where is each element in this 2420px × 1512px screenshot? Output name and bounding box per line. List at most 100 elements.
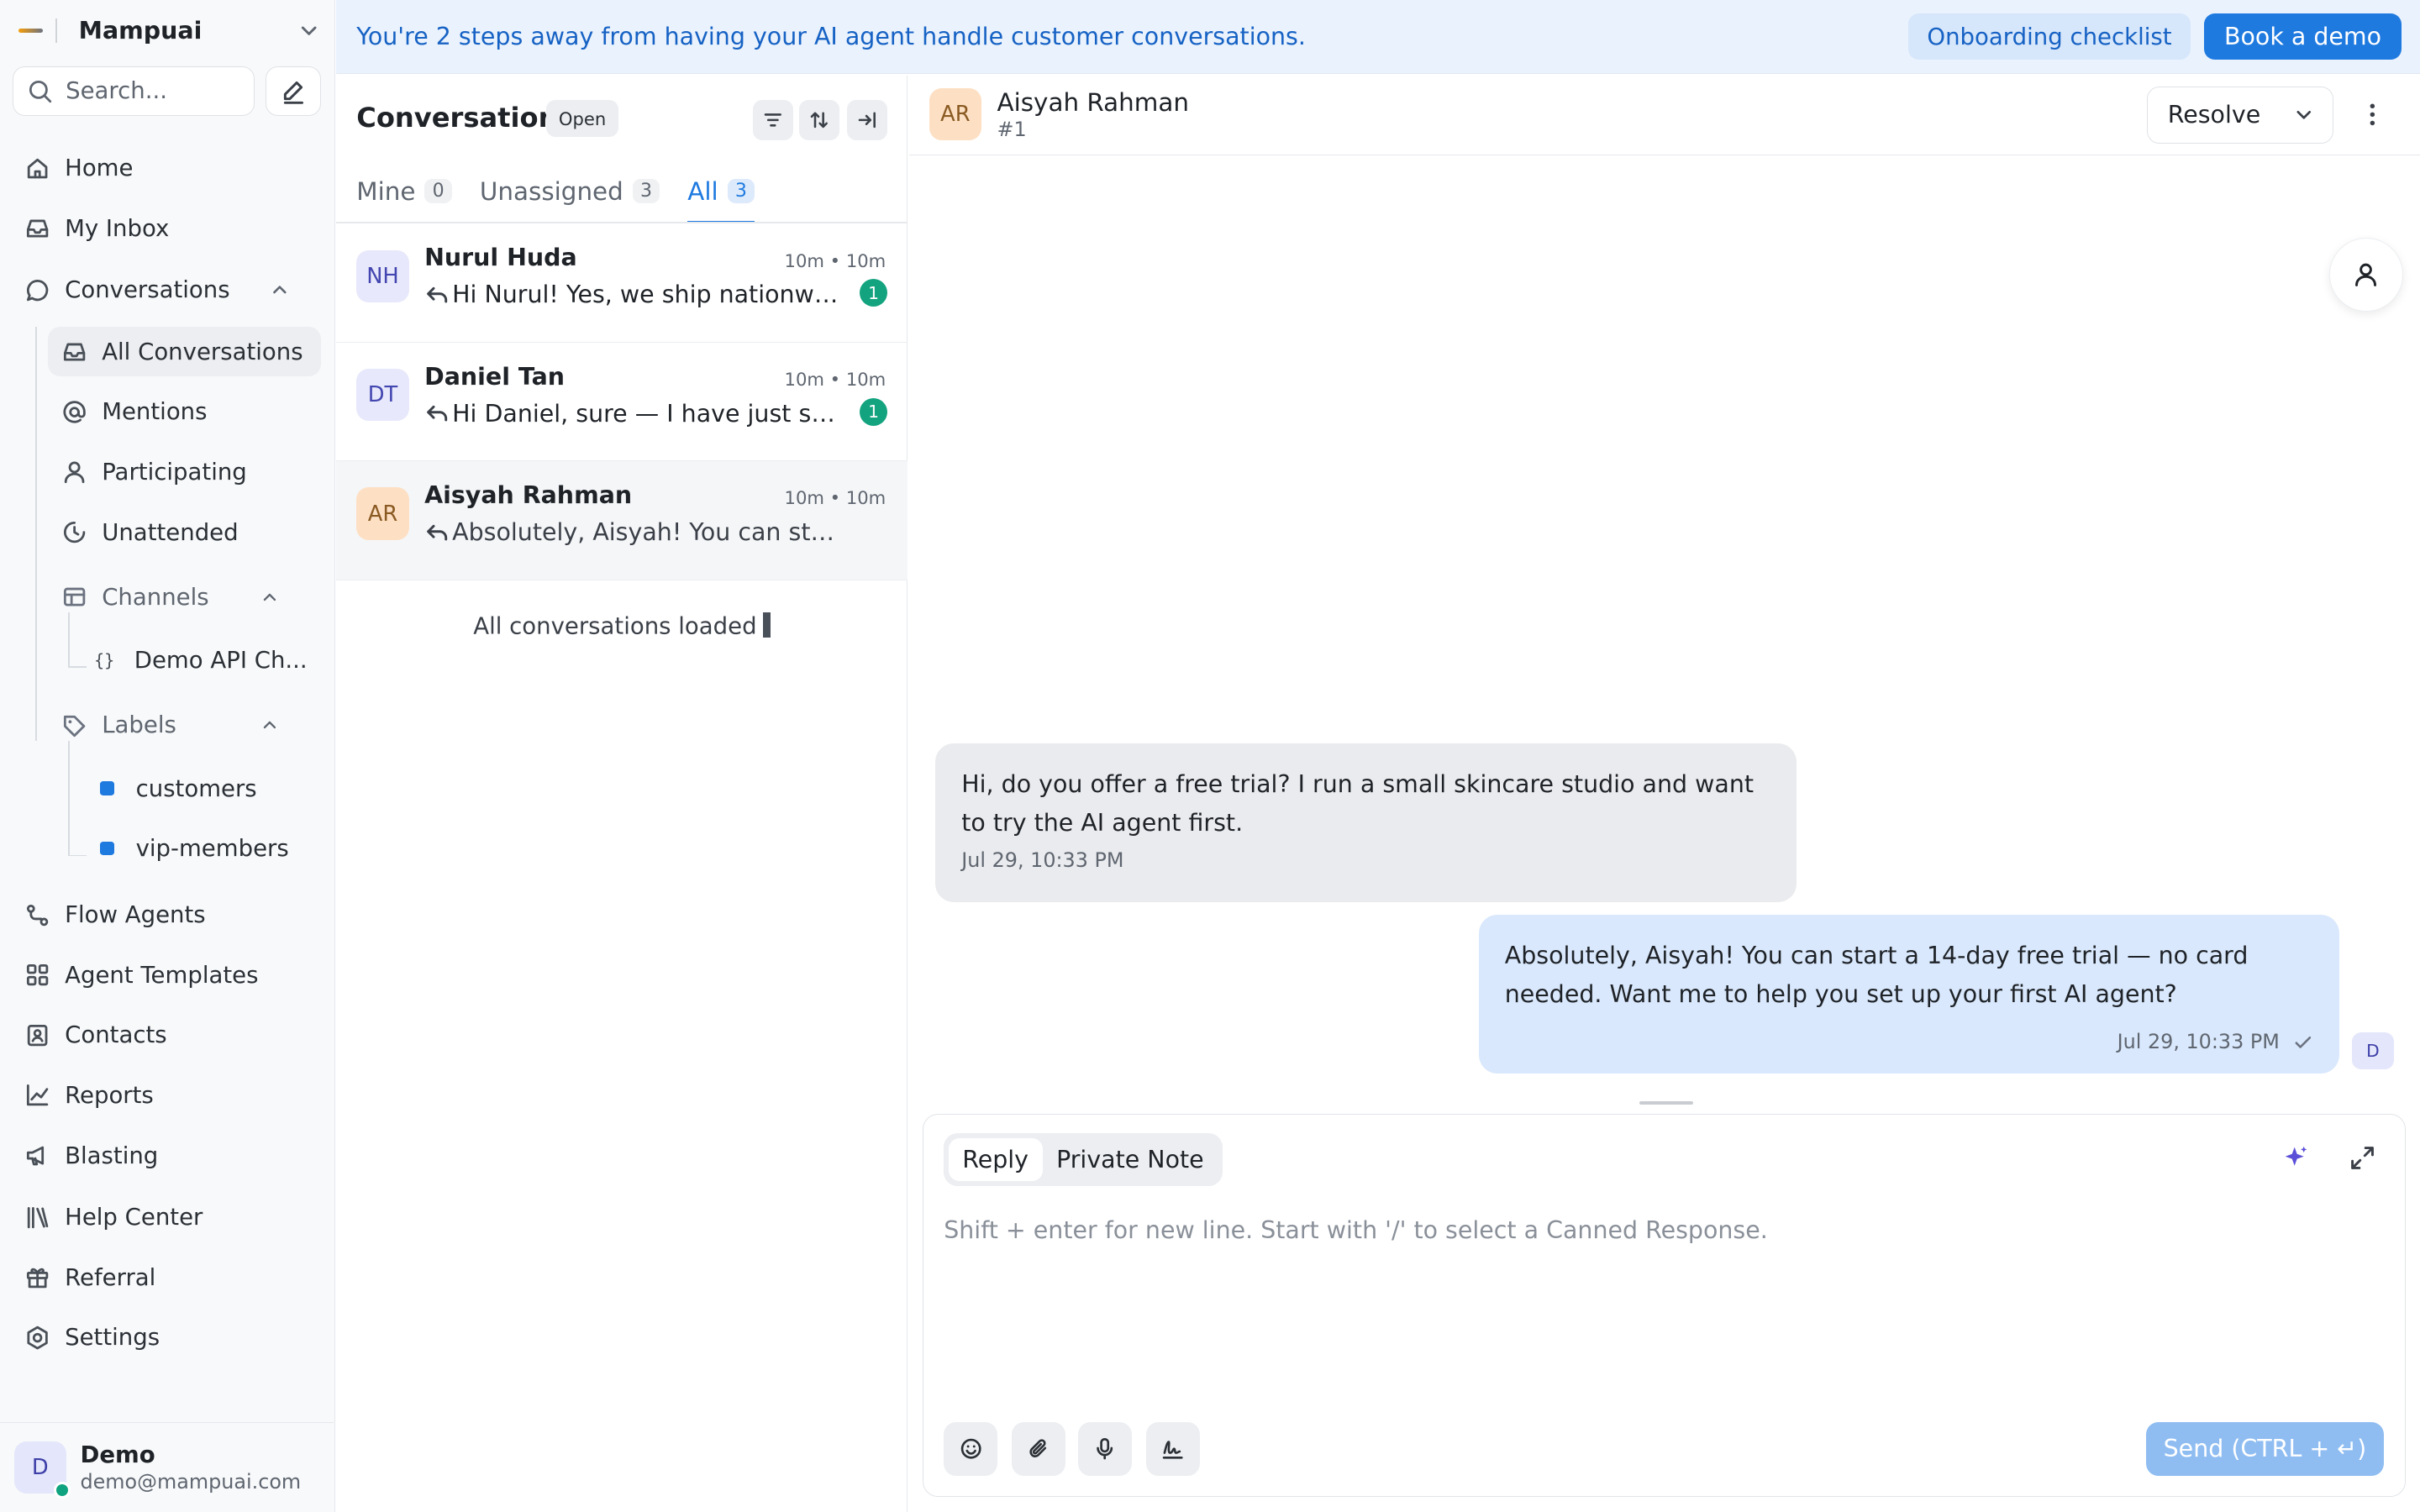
- filter-button[interactable]: [753, 100, 794, 141]
- search-input[interactable]: [66, 77, 236, 105]
- nav-agent-templates[interactable]: Agent Templates: [24, 950, 321, 1000]
- tree-line: [67, 666, 87, 669]
- message-input[interactable]: [944, 1216, 2380, 1402]
- nav-conversations-label: Conversations: [65, 276, 230, 304]
- message-text: Absolutely, Aisyah! You can start a 14-d…: [1504, 941, 2249, 1008]
- chevron-down-icon: [2292, 103, 2316, 127]
- attachment-icon: [1026, 1436, 1050, 1461]
- user-email: demo@mampuai.com: [80, 1470, 302, 1494]
- message-time: Jul 29, 10:33 PM: [2117, 1030, 2280, 1054]
- nav-reports[interactable]: Reports: [24, 1071, 321, 1121]
- nav-conversations[interactable]: Conversations: [24, 265, 321, 315]
- home-icon: [24, 155, 52, 181]
- nav-home[interactable]: Home: [24, 144, 321, 193]
- chevron-up-icon[interactable]: [260, 587, 287, 607]
- conversation-list-panel: Conversations Open Mine 0 Unassigned 3 A…: [336, 75, 908, 1512]
- gear-icon: [24, 1325, 52, 1351]
- new-message-button[interactable]: [265, 66, 322, 116]
- private-note-button[interactable]: Private Note: [1043, 1138, 1218, 1181]
- preview-text: Absolutely, Aisyah! You can start a 14-d…: [452, 518, 841, 547]
- voice-button[interactable]: [1077, 1421, 1133, 1476]
- nav-referral[interactable]: Referral: [24, 1252, 321, 1302]
- nav-help-center[interactable]: Help Center: [24, 1193, 321, 1242]
- chevron-up-icon[interactable]: [269, 279, 297, 301]
- tree-line: [67, 854, 87, 857]
- check-icon: [2292, 1032, 2314, 1053]
- composer-mode-switch: Reply Private Note: [944, 1133, 1223, 1186]
- timestamp: 10m • 10m: [784, 249, 886, 271]
- nav-channel-demo-api[interactable]: {} Demo API Ch...: [94, 636, 321, 685]
- avatar: DT: [356, 368, 409, 422]
- label-customers-text: customers: [135, 774, 257, 802]
- emoji-button[interactable]: [944, 1421, 998, 1476]
- conversation-row[interactable]: NH Nurul Huda 10m • 10m Hi Nurul! Yes, w…: [336, 223, 908, 343]
- contact-name: Daniel Tan: [424, 362, 566, 391]
- tab-mine[interactable]: Mine 0: [356, 165, 452, 224]
- nav-flow-agents-label: Flow Agents: [65, 901, 206, 929]
- nav-settings[interactable]: Settings: [24, 1313, 321, 1362]
- user-profile[interactable]: D Demo demo@mampuai.com: [0, 1422, 334, 1512]
- composer-resize-handle[interactable]: [1639, 1101, 1693, 1105]
- nav-participating[interactable]: Participating: [48, 448, 321, 497]
- status-filter-chip[interactable]: Open: [546, 100, 618, 138]
- resolve-button[interactable]: Resolve: [2146, 86, 2334, 144]
- label-color-dot: [100, 781, 114, 795]
- reply-icon: [424, 401, 449, 425]
- nav-channels[interactable]: Channels: [48, 572, 321, 622]
- chat-contact-name[interactable]: Aisyah Rahman: [997, 88, 1190, 117]
- nav-unattended-label: Unattended: [102, 518, 239, 546]
- nav-blasting[interactable]: Blasting: [24, 1131, 321, 1180]
- avatar: AR: [356, 487, 409, 540]
- tab-unassigned[interactable]: Unassigned 3: [480, 165, 660, 224]
- book-demo-button[interactable]: Book a demo: [2204, 13, 2402, 60]
- conversation-row[interactable]: DT Daniel Tan 10m • 10m Hi Daniel, sure …: [336, 343, 908, 462]
- chevron-up-icon[interactable]: [260, 715, 287, 735]
- nav-channels-label: Channels: [102, 583, 209, 611]
- message-text: Hi, do you offer a free trial? I run a s…: [961, 769, 1754, 837]
- nav-reports-label: Reports: [65, 1082, 154, 1110]
- expand-icon[interactable]: [2349, 1144, 2376, 1172]
- tab-count: 0: [424, 179, 452, 203]
- contacts-icon: [24, 1022, 52, 1048]
- onboarding-banner: You're 2 steps away from having your AI …: [336, 0, 2420, 75]
- channel-icon: [61, 584, 89, 610]
- emoji-icon: [959, 1436, 983, 1461]
- nav-labels[interactable]: Labels: [48, 701, 321, 750]
- send-button[interactable]: Send (CTRL + ↵): [2145, 1421, 2384, 1476]
- megaphone-icon: [24, 1142, 52, 1168]
- tree-line: [35, 327, 38, 741]
- nav-all-conversations[interactable]: All Conversations: [47, 327, 322, 377]
- nav-unattended[interactable]: Unattended: [48, 507, 321, 557]
- sort-button[interactable]: [799, 100, 840, 141]
- avatar: AR: [929, 87, 982, 141]
- workspace-switcher[interactable]: Mampuai: [18, 13, 321, 50]
- conversation-row[interactable]: AR Aisyah Rahman 10m • 10m Absolutely, A…: [336, 461, 908, 580]
- tree-line: [67, 612, 70, 669]
- signature-button[interactable]: [1145, 1421, 1201, 1476]
- nav-mentions[interactable]: Mentions: [48, 387, 321, 437]
- text-cursor: [762, 612, 771, 638]
- tab-all[interactable]: All 3: [687, 165, 755, 224]
- preview-text: Hi Daniel, sure — I have just sent you t…: [452, 399, 841, 428]
- nav-home-label: Home: [65, 155, 134, 182]
- chat-header: AR Aisyah Rahman #1 Resolve: [908, 76, 2420, 156]
- nav-flow-agents[interactable]: Flow Agents: [24, 890, 321, 940]
- nav-label-customers[interactable]: customers: [94, 764, 321, 813]
- user-name: Demo: [80, 1441, 155, 1469]
- sparkle-icon[interactable]: [2282, 1144, 2310, 1172]
- contact-details-button[interactable]: [2328, 237, 2403, 312]
- reply-mode-button[interactable]: Reply: [948, 1137, 1043, 1182]
- search-box[interactable]: [12, 66, 255, 116]
- nav-my-inbox[interactable]: My Inbox: [24, 203, 321, 253]
- contact-name: Aisyah Rahman: [424, 481, 633, 510]
- onboarding-checklist-button[interactable]: Onboarding checklist: [1908, 13, 2191, 60]
- timestamp: 10m • 10m: [784, 487, 886, 509]
- attach-button[interactable]: [1012, 1421, 1066, 1476]
- avatar: D: [13, 1441, 71, 1499]
- nav-contacts[interactable]: Contacts: [24, 1011, 321, 1060]
- nav-mentions-label: Mentions: [102, 398, 208, 426]
- collapse-panel-button[interactable]: [847, 100, 888, 141]
- nav-contacts-label: Contacts: [65, 1021, 167, 1049]
- more-vertical-icon[interactable]: [2357, 99, 2388, 130]
- nav-label-vip-members[interactable]: vip-members: [94, 824, 321, 874]
